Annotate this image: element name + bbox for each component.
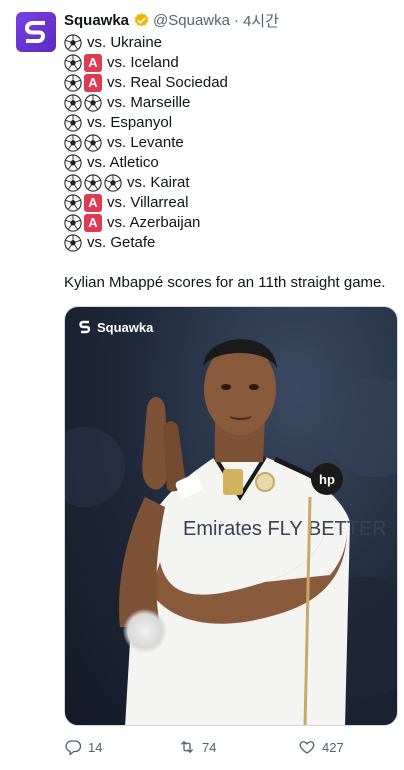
heart-icon: [299, 741, 315, 754]
result-line: Avs. Azerbaijan: [64, 213, 394, 233]
squawka-logo-icon: [79, 320, 91, 334]
reply-count: 14: [88, 739, 103, 755]
opponent-text: vs. Azerbaijan: [107, 214, 201, 231]
tweet-header: Squawka @Squawka · 4시간: [64, 10, 394, 30]
opponent-text: vs. Real Sociedad: [107, 74, 228, 91]
assist-badge-icon: A: [84, 74, 102, 92]
result-line: vs. Marseille: [64, 93, 394, 113]
soccer-ball-icon: [64, 54, 82, 72]
result-line: vs. Kairat: [64, 173, 394, 193]
tweet-caption: Kylian Mbappé scores for an 11th straigh…: [64, 274, 386, 291]
assist-badge-icon: A: [84, 194, 102, 212]
avatar[interactable]: [16, 12, 56, 52]
opponent-text: vs. Atletico: [87, 154, 159, 171]
soccer-ball-icon: [64, 194, 82, 212]
sponsor-text: Emirates FLY BETTER: [183, 518, 387, 540]
result-line: Avs. Villarreal: [64, 193, 394, 213]
retweet-button[interactable]: 74: [178, 737, 216, 757]
result-line: Avs. Iceland: [64, 53, 394, 73]
result-line: vs. Levante: [64, 133, 394, 153]
result-line: vs. Getafe: [64, 233, 394, 253]
soccer-ball-icon: [64, 174, 82, 192]
result-line: vs. Atletico: [64, 153, 394, 173]
squawka-logo-icon: [24, 21, 46, 43]
opponent-text: vs. Getafe: [87, 234, 156, 251]
soccer-ball-icon: [64, 94, 82, 112]
soccer-ball-icon: [104, 174, 122, 192]
reply-icon: [65, 740, 82, 756]
soccer-ball-icon: [64, 214, 82, 232]
retweet-icon: [181, 741, 193, 753]
light-bokeh: [123, 609, 167, 653]
watermark-text: Squawka: [97, 319, 154, 335]
opponent-text: vs. Kairat: [127, 174, 190, 191]
soccer-ball-icon: [64, 134, 82, 152]
author-name[interactable]: Squawka: [64, 12, 129, 29]
tweet-body: Squawka @Squawka · 4시간 vs. Ukraine Avs. I…: [64, 10, 394, 293]
soccer-ball-icon: [84, 174, 102, 192]
soccer-ball-icon: [64, 234, 82, 252]
result-line: vs. Espanyol: [64, 113, 394, 133]
separator-dot: ·: [233, 11, 239, 29]
soccer-ball-icon: [64, 74, 82, 92]
tweet: Squawka @Squawka · 4시간 vs. Ukraine Avs. I…: [0, 0, 404, 770]
soccer-ball-icon: [64, 114, 82, 132]
assist-badge-icon: A: [84, 214, 102, 232]
like-count: 427: [322, 739, 344, 755]
opponent-text: vs. Marseille: [107, 94, 191, 111]
assist-badge-icon: A: [84, 54, 102, 72]
retweet-count: 74: [202, 739, 217, 755]
media-watermark: Squawka: [77, 319, 153, 335]
reply-button[interactable]: 14: [64, 737, 102, 757]
result-line: vs. Ukraine: [64, 33, 394, 53]
opponent-text: vs. Levante: [107, 134, 184, 151]
result-line: Avs. Real Sociedad: [64, 73, 394, 93]
soccer-ball-icon: [64, 154, 82, 172]
author-handle[interactable]: @Squawka: [153, 12, 230, 29]
tweet-actions: 14 74 427: [64, 737, 394, 757]
player-photo: hp Emirates FLY BETTER: [65, 339, 397, 725]
opponent-text: vs. Ukraine: [87, 34, 163, 51]
opponent-text: vs. Espanyol: [87, 114, 173, 131]
soccer-ball-icon: [84, 94, 102, 112]
verified-badge-icon[interactable]: [133, 12, 150, 29]
tweet-photo[interactable]: hp Emirates FLY BETTER Squawka: [64, 306, 398, 726]
timestamp[interactable]: 4시간: [243, 10, 279, 31]
soccer-ball-icon: [84, 134, 102, 152]
kit-logo-text: hp: [319, 472, 335, 487]
results-list: vs. Ukraine Avs. Iceland Avs. Real Socieda…: [64, 33, 394, 253]
opponent-text: vs. Villarreal: [107, 194, 189, 211]
soccer-ball-icon: [64, 34, 82, 52]
opponent-text: vs. Iceland: [107, 54, 179, 71]
like-button[interactable]: 427: [298, 737, 344, 757]
